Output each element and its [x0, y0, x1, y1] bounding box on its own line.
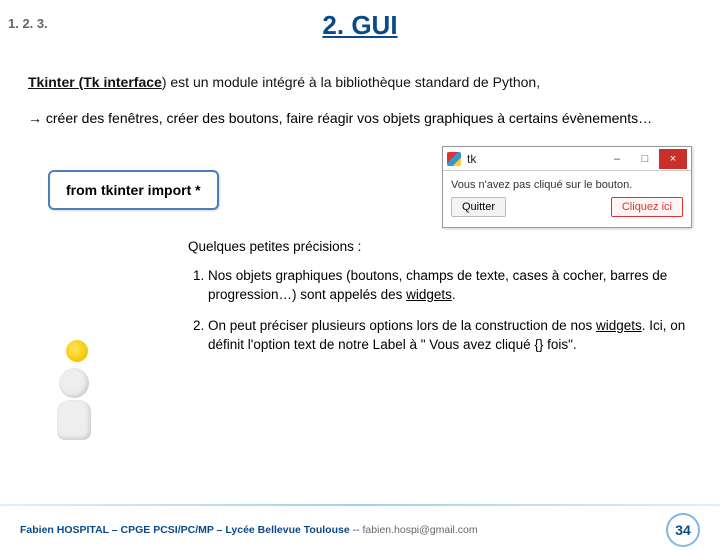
- bullet-text: créer des fenêtres, créer des boutons, f…: [42, 110, 652, 126]
- thinker-figure: [30, 340, 120, 460]
- maximize-button[interactable]: □: [631, 149, 659, 169]
- close-button[interactable]: ×: [659, 149, 687, 169]
- bullet-paragraph: → créer des fenêtres, créer des boutons,…: [28, 109, 692, 128]
- mid-row: from tkinter import * tk – □ × Vous n'av…: [28, 146, 692, 228]
- footer-author: Fabien HOSPITAL – CPGE PCSI/PC/MP – Lycé…: [20, 524, 353, 536]
- click-button[interactable]: Cliquez ici: [611, 197, 683, 217]
- person-icon: [44, 368, 104, 453]
- precision-item-2: On peut préciser plusieurs options lors …: [208, 317, 692, 355]
- quit-button[interactable]: Quitter: [451, 197, 506, 217]
- content: Tkinter (Tk interface) est un module int…: [0, 41, 720, 355]
- tk-titlebar: tk – □ ×: [443, 147, 691, 171]
- intro-rest: ) est un module intégré à la bibliothèqu…: [162, 74, 540, 90]
- tk-body: Vous n'avez pas cliqué sur le bouton. Qu…: [443, 171, 691, 227]
- p1-widgets: widgets: [406, 287, 452, 302]
- intro-paragraph: Tkinter (Tk interface) est un module int…: [28, 73, 692, 91]
- tk-button-row: Quitter Cliquez ici: [451, 197, 683, 217]
- tk-title: tk: [467, 152, 603, 166]
- arrow-icon: →: [28, 110, 42, 126]
- lightbulb-icon: [66, 340, 88, 362]
- tk-message: Vous n'avez pas cliqué sur le bouton.: [451, 177, 683, 197]
- tk-icon: [447, 152, 461, 166]
- footer-divider: [0, 504, 720, 506]
- p1-post: .: [452, 287, 456, 302]
- tk-system-buttons: – □ ×: [603, 149, 687, 169]
- page-number: 34: [666, 513, 700, 547]
- footer-email: fabien.hospi@gmail.com: [363, 524, 478, 536]
- p2-widgets: widgets: [596, 318, 642, 333]
- precisions-lead: Quelques petites précisions :: [188, 238, 692, 257]
- breadcrumb: 1. 2. 3.: [8, 16, 48, 31]
- p2-pre: On peut préciser plusieurs options lors …: [208, 318, 596, 333]
- code-box: from tkinter import *: [48, 170, 219, 210]
- page-title: 2. GUI: [0, 10, 720, 41]
- tk-window: tk – □ × Vous n'avez pas cliqué sur le b…: [442, 146, 692, 228]
- footer-sep: --: [353, 524, 363, 536]
- footer: Fabien HOSPITAL – CPGE PCSI/PC/MP – Lycé…: [0, 510, 720, 550]
- precision-item-1: Nos objets graphiques (boutons, champs d…: [208, 267, 692, 305]
- precisions: Quelques petites précisions : Nos objets…: [188, 238, 692, 354]
- tkinter-keyword: Tkinter (Tk interface: [28, 74, 162, 90]
- minimize-button[interactable]: –: [603, 149, 631, 169]
